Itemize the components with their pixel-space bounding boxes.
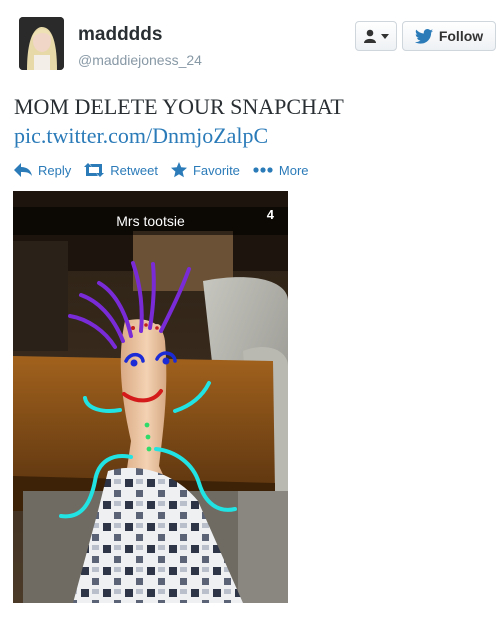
favorite-label: Favorite: [192, 162, 240, 178]
user-handle[interactable]: @maddiejoness_24: [78, 52, 202, 68]
tweet-actions: Reply Retweet Favorite More: [14, 162, 322, 178]
reply-icon: [14, 163, 32, 177]
person-icon: [364, 29, 376, 43]
snapchat-caption: Mrs tootsie: [116, 213, 185, 229]
retweet-icon: [84, 163, 105, 177]
tweet-text: MOM DELETE YOUR SNAPCHAT: [14, 94, 344, 119]
tweet-header: madddds @maddiejoness_24 Follow: [0, 0, 503, 80]
tweet-media-photo[interactable]: Mrs tootsie 4: [13, 191, 288, 603]
display-name[interactable]: madddds: [78, 24, 162, 46]
reply-label: Reply: [38, 162, 72, 178]
avatar[interactable]: [19, 17, 64, 70]
favorite-action[interactable]: Favorite: [170, 162, 240, 178]
retweet-label: Retweet: [110, 162, 158, 178]
twitter-bird-icon: [414, 28, 433, 44]
avatar-image: [19, 17, 64, 70]
retweet-action[interactable]: Retweet: [84, 163, 158, 178]
more-label: More: [278, 162, 309, 178]
tweet-media-link[interactable]: pic.twitter.com/DnmjoZalpC: [14, 121, 494, 150]
snapchat-timer: 4: [266, 207, 274, 222]
reply-action[interactable]: Reply: [14, 163, 71, 178]
follow-button[interactable]: Follow: [402, 21, 496, 51]
tweet-body: MOM DELETE YOUR SNAPCHAT pic.twitter.com…: [14, 92, 494, 150]
snapchat-photo: [13, 191, 288, 603]
follow-label: Follow: [438, 28, 484, 44]
caret-down-icon: [381, 33, 389, 39]
more-action[interactable]: More: [253, 163, 309, 178]
user-actions-dropdown-button[interactable]: [355, 21, 397, 51]
star-icon: [170, 162, 187, 178]
more-dots-icon: [253, 167, 273, 173]
snapchat-caption-bar: Mrs tootsie: [13, 207, 288, 235]
